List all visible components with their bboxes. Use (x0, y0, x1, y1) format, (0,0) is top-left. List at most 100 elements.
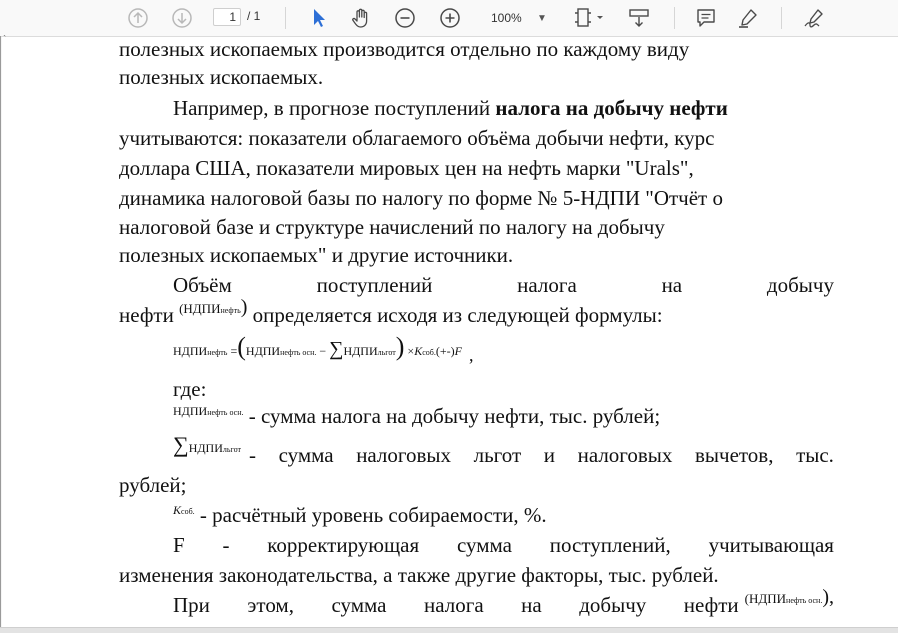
zoom-in-button[interactable] (438, 6, 462, 30)
toolbar: 1 / 1 100% ▼ (0, 0, 898, 37)
scroll-mode-icon (629, 9, 649, 27)
symbol-text: НДПИ (188, 441, 223, 455)
definition-text: - расчётный уровень собираемости, %. (199, 503, 547, 527)
highlight-icon (739, 9, 757, 28)
formula-term: НДПИ (343, 344, 378, 358)
text-line: Например, в прогнозе поступлений налога … (173, 95, 728, 121)
text-line: ∑НДПИльгот - сумма налоговых льгот и нал… (173, 432, 834, 471)
inline-symbol: ∑НДПИльгот (173, 432, 241, 461)
sign-button[interactable] (802, 6, 828, 30)
word: поступлений, (549, 533, 671, 557)
symbol-subscript: нефть осн. (786, 596, 823, 605)
inline-symbol: (НДПИнефть) (179, 296, 247, 318)
word: на (661, 273, 683, 297)
left-marker: ˎ (3, 26, 7, 37)
symbol-sigma: ∑ (173, 432, 189, 457)
word: - (249, 443, 256, 467)
symbol-paren: ) (240, 296, 248, 318)
hand-icon (352, 8, 368, 28)
word: учитывающая (708, 533, 834, 557)
word: поступлений (316, 273, 433, 297)
highlight-button[interactable] (736, 6, 760, 30)
formula-subscript: нефть осн. (280, 348, 317, 357)
comment-button[interactable] (694, 6, 718, 30)
formula-operator: (+-) (435, 344, 455, 358)
word: Объём (173, 273, 232, 297)
formula-term: F (454, 344, 462, 358)
scroll-mode-button[interactable] (626, 6, 652, 30)
text-line: Kсоб. - расчётный уровень собираемости, … (173, 502, 547, 531)
fit-page-button[interactable] (573, 6, 607, 30)
formula-sigma: ∑ (329, 338, 344, 360)
prev-page-button[interactable] (126, 6, 150, 30)
comment-icon (697, 9, 715, 27)
definition-text: - сумма налога на добычу нефти, тыс. руб… (248, 404, 661, 428)
word: F (173, 533, 185, 557)
horizontal-scrollbar[interactable] (0, 627, 898, 633)
word: нефти (119, 303, 174, 327)
word: добычу (766, 273, 834, 297)
text-line: доллара США, показатели мировых цен на н… (119, 156, 694, 180)
text-line: налоговой базе и структуре начислений по… (119, 215, 665, 239)
text-line: Объём поступлений налога на добычу (173, 272, 834, 298)
word: добычу (579, 593, 647, 617)
page-number-input[interactable]: 1 (213, 8, 241, 26)
separator (674, 7, 675, 29)
formula-paren: ( (237, 332, 246, 361)
word: налога (424, 593, 484, 617)
formula: НДПИнефть =(НДПИнефть осн. − ∑НДПИльгот)… (173, 332, 473, 366)
text-line: изменения законодательства, а также друг… (119, 563, 719, 587)
word: налоговых (577, 443, 673, 467)
zoom-out-button[interactable] (393, 6, 417, 30)
bold-text: налога на добычу нефти (495, 96, 728, 120)
cursor-icon (314, 9, 325, 27)
text-line: нефти (НДПИнефть) определяется исходя из… (119, 296, 663, 331)
word: налоговых (356, 443, 452, 467)
word: сумма (331, 593, 387, 617)
word: и (543, 443, 555, 467)
separator (285, 7, 286, 29)
word: вычетов, (695, 443, 774, 467)
arrow-up-icon (128, 8, 148, 28)
symbol-text: (НДПИ (179, 301, 221, 316)
zoom-value: 100% (491, 11, 522, 25)
document-page: полезных ископаемых производится отдельн… (2, 37, 898, 627)
page-total: / 1 (247, 9, 261, 23)
next-page-button[interactable] (170, 6, 194, 30)
formula-operator: − (319, 344, 327, 358)
arrow-down-icon (172, 8, 192, 28)
formula-term: НДПИ (173, 344, 208, 358)
text-line: полезных ископаемых производится отдельн… (119, 37, 690, 61)
left-border (0, 36, 1, 632)
select-tool-button[interactable] (307, 6, 331, 30)
text-line: F - корректирующая сумма поступлений, уч… (173, 532, 834, 558)
text-span: Например, в прогнозе поступлений (173, 96, 496, 120)
symbol-subscript: нефть осн. (207, 408, 244, 417)
text-line: динамика налоговой базы по налогу по фор… (119, 186, 723, 210)
word: на (521, 593, 542, 617)
text-line: При этом, сумма налога на добычу нефти (… (173, 586, 834, 620)
sign-icon (804, 9, 823, 28)
hand-tool-button[interactable] (349, 6, 373, 30)
zoom-select[interactable]: 100% ▼ (482, 8, 552, 28)
zoom-out-icon (395, 8, 415, 28)
text-line: НДПИнефть осн. - сумма налога на добычу … (173, 403, 660, 432)
word: корректирующая (267, 533, 420, 557)
word: тыс. (796, 443, 834, 467)
text-line: где: (173, 377, 207, 401)
symbol-paren: ), (822, 586, 834, 608)
word: определяется исходя из следующей формулы… (252, 303, 663, 327)
word: - (222, 533, 230, 557)
formula-subscript: соб. (422, 348, 436, 357)
word: нефти (683, 593, 739, 617)
formula-comma: , (468, 345, 474, 365)
text-line: рублей; (119, 473, 187, 497)
symbol-text: НДПИ (173, 404, 208, 418)
word: сумма (456, 533, 512, 557)
symbol-subscript: соб. (181, 507, 195, 516)
symbol-text: (НДПИ (744, 591, 787, 606)
inline-symbol: Kсоб. (173, 503, 195, 517)
word: сумма (278, 443, 334, 467)
definition-text: - сумма налоговых льгот и налоговых выче… (249, 442, 834, 471)
text-line: полезных ископаемых. (119, 65, 324, 89)
